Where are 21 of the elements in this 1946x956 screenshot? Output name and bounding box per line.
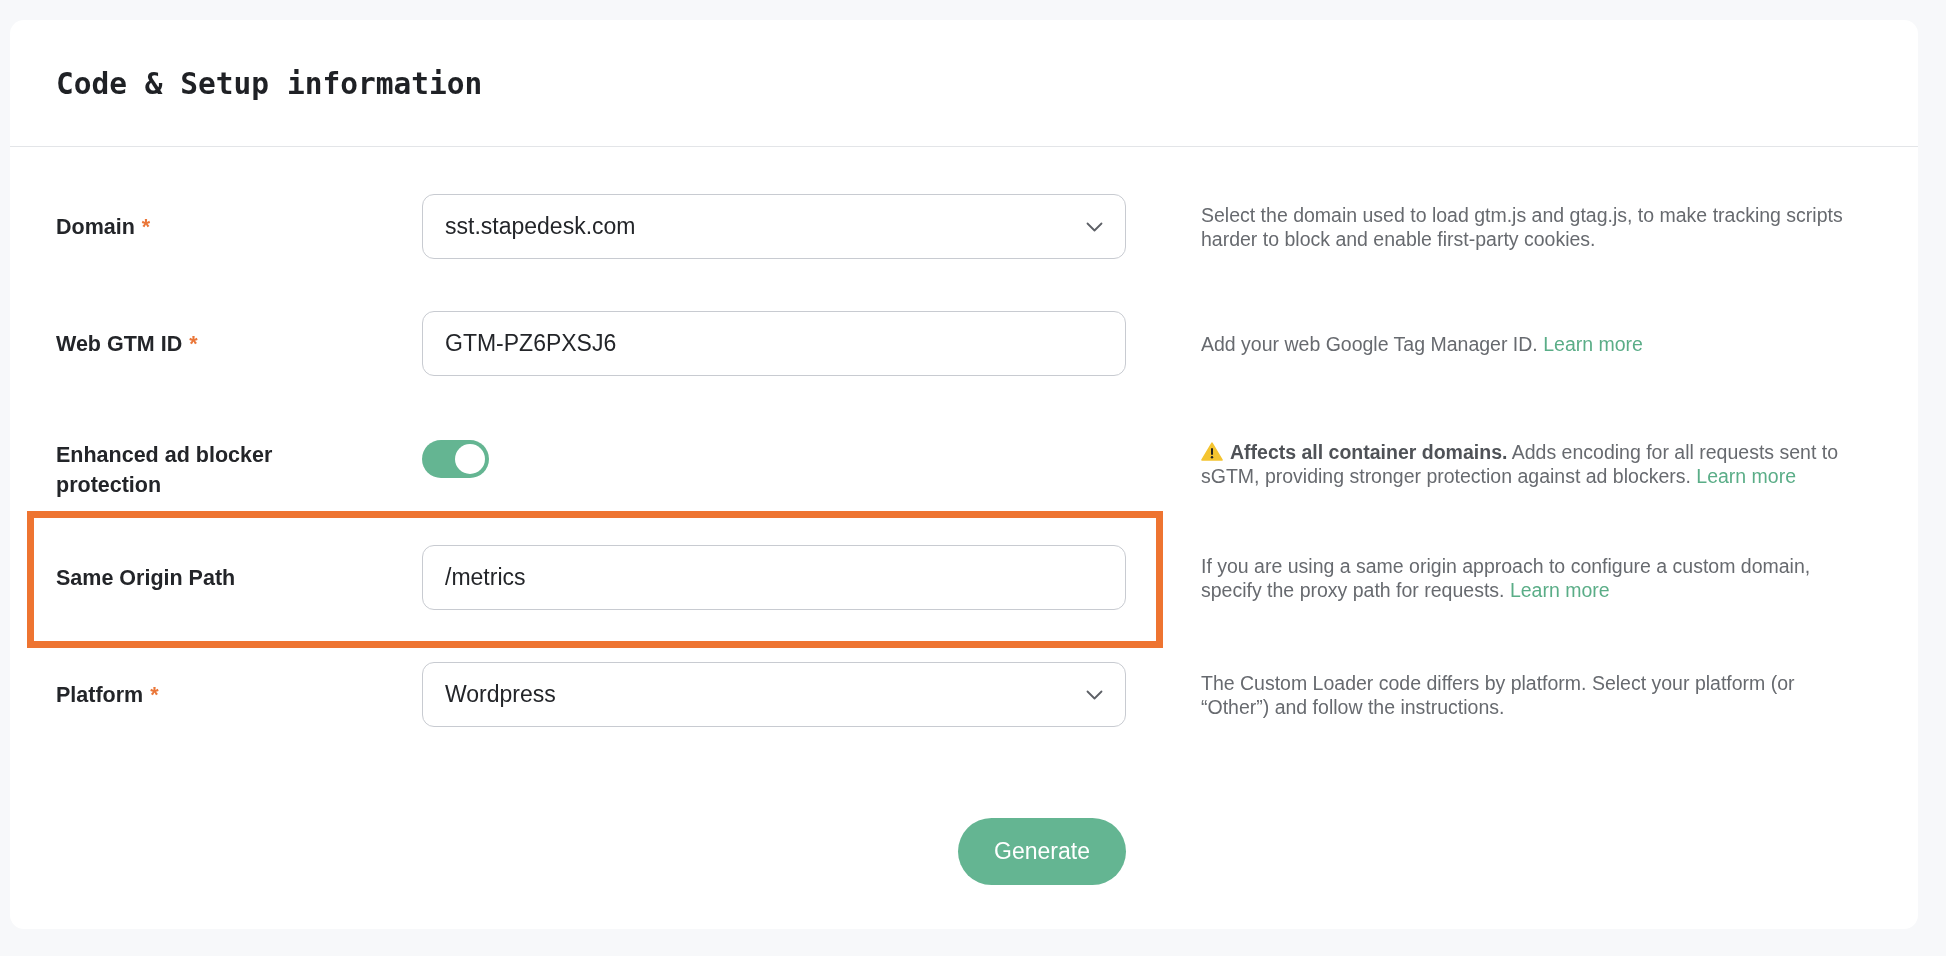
section-title: Code & Setup information bbox=[56, 66, 483, 103]
dropdown-select[interactable]: Wordpress bbox=[422, 662, 1126, 727]
field-label: Enhanced ad blocker protection bbox=[56, 443, 273, 497]
field-description: If you are using a same origin approach to configure a custom domain, specify the proxy path for requests. Learn more bbox=[1201, 553, 1812, 602]
field-label: Platform bbox=[56, 682, 144, 707]
required-mark: * bbox=[189, 331, 198, 356]
toggle-switch[interactable] bbox=[422, 440, 489, 478]
chevron-down-icon bbox=[1086, 689, 1103, 700]
required-mark: * bbox=[141, 214, 151, 239]
text-input[interactable]: GTM-PZ6PXSJ6 bbox=[422, 311, 1126, 376]
field-label: Web GTM ID bbox=[56, 331, 183, 356]
required-mark: * bbox=[150, 682, 159, 707]
dropdown-select[interactable]: sst.stapedesk.com bbox=[422, 194, 1126, 259]
field-description: Add your web Google Tag Manager ID. Learn more bbox=[1201, 331, 1644, 356]
field-description: Affects all container domains. Adds encoding for all requests sent to sGTM, providing stronger protection against ad blockers. Learn more bbox=[1201, 440, 1840, 488]
field-description: Select the domain used to load gtm.js and gtag.js, to make tracking scripts harder to block and enable first-party cookies. bbox=[1201, 202, 1844, 251]
chevron-down-icon bbox=[1086, 221, 1103, 232]
text-input[interactable]: /metrics bbox=[422, 545, 1126, 610]
field-label: Domain bbox=[56, 214, 135, 239]
field-description: The Custom Loader code differs by platform. Select your platform (or “Other”) and follow the instructions. bbox=[1201, 670, 1796, 719]
field-label: Same Origin Path bbox=[56, 565, 236, 590]
